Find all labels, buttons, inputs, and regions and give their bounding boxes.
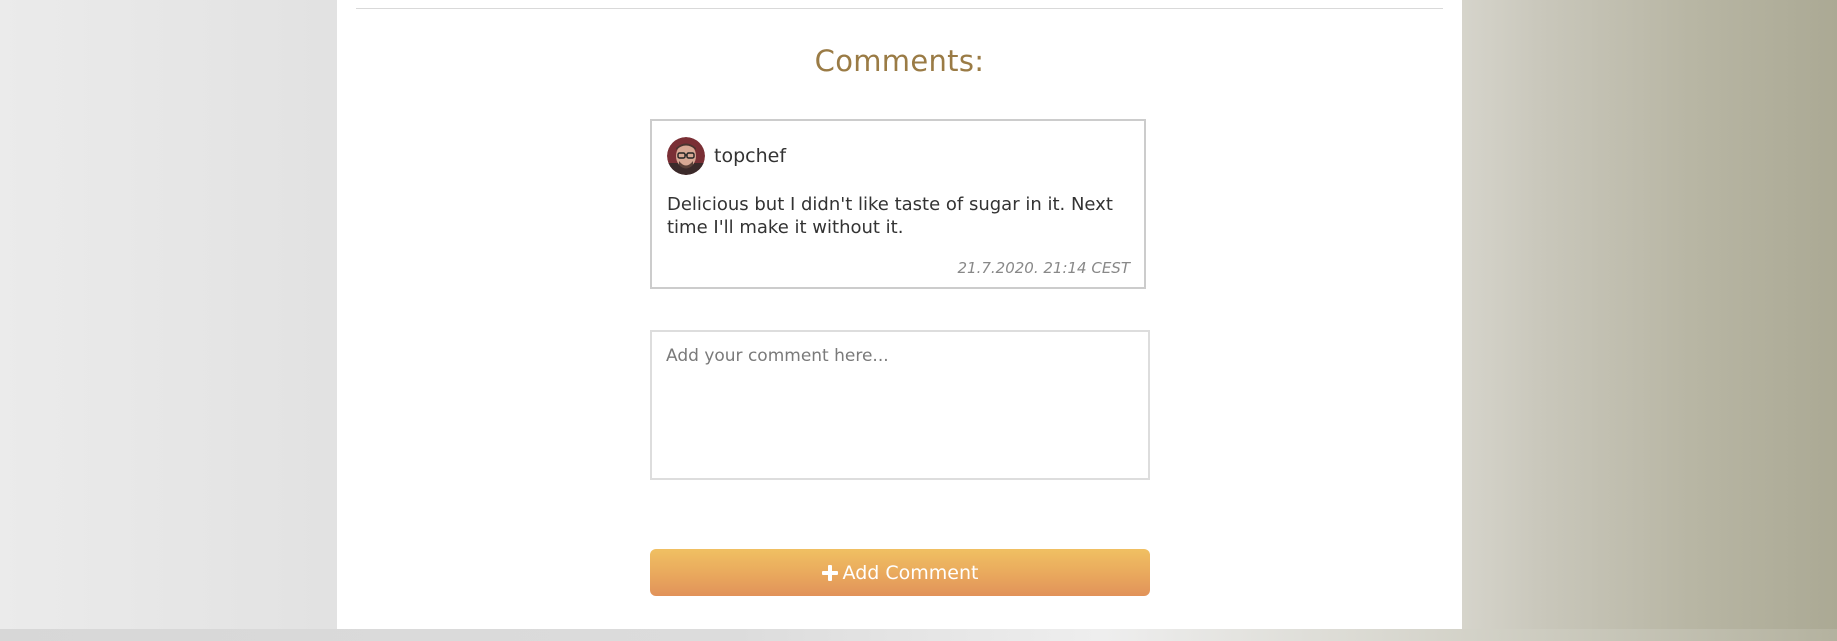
add-comment-label: Add Comment [842, 561, 979, 584]
comment-input[interactable] [650, 330, 1150, 480]
plus-icon [821, 564, 838, 581]
comments-title: Comments: [814, 44, 985, 78]
content-panel: Comments: topchef Delicious but I didn't… [337, 0, 1462, 629]
user-avatar[interactable] [667, 137, 705, 175]
comment-timestamp: 21.7.2020. 21:14 CEST [957, 259, 1130, 277]
comment-card: topchef Delicious but I didn't like tast… [650, 119, 1146, 289]
add-comment-button[interactable]: Add Comment [650, 549, 1150, 596]
comment-username: topchef [714, 145, 787, 167]
section-divider [356, 8, 1443, 9]
comment-text: Delicious but I didn't like taste of sug… [667, 194, 1113, 238]
avatar-photo-icon [667, 137, 705, 175]
page-bottom-strip [0, 629, 1837, 641]
comment-header: topchef [667, 137, 786, 175]
